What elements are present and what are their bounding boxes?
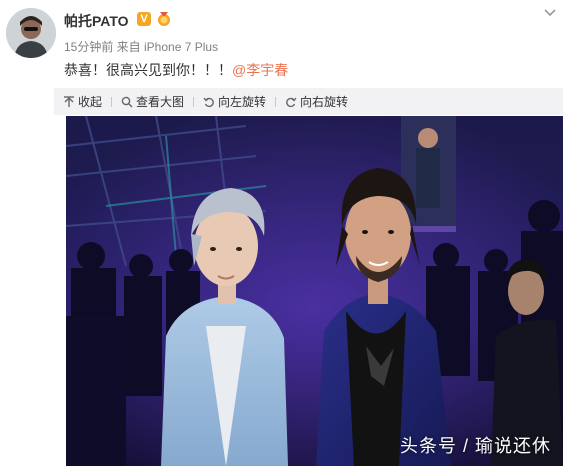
medal-icon bbox=[158, 12, 170, 26]
chevron-down-icon[interactable] bbox=[543, 6, 557, 20]
photo-watermark: 头条号 / 瑜说还休 bbox=[399, 436, 551, 456]
username[interactable]: 帕托PATO bbox=[64, 11, 129, 31]
post-text: 恭喜！很高兴见到你！！！@李宇春 bbox=[64, 60, 288, 80]
post-photo[interactable]: 头条号 / 瑜说还休 bbox=[66, 116, 563, 466]
rotate-left-button[interactable]: 向左旋转 bbox=[194, 88, 275, 115]
post-text-body: 恭喜！很高兴见到你！！！ bbox=[64, 62, 232, 78]
avatar[interactable] bbox=[6, 8, 56, 58]
rotate-left-label: 向左旋转 bbox=[218, 95, 267, 109]
verified-badge: V bbox=[137, 12, 151, 26]
collapse-button[interactable]: 收起 bbox=[54, 88, 111, 115]
image-toolbar: 收起 查看大图 向左旋转 向右旋转 bbox=[54, 88, 563, 115]
search-icon bbox=[121, 96, 133, 107]
photo-scene bbox=[66, 116, 563, 466]
mention-link[interactable]: @李宇春 bbox=[232, 62, 288, 78]
view-large-label: 查看大图 bbox=[136, 95, 185, 109]
view-large-button[interactable]: 查看大图 bbox=[112, 88, 193, 115]
collapse-label: 收起 bbox=[78, 95, 103, 109]
rotate-right-label: 向右旋转 bbox=[300, 95, 349, 109]
rotate-right-icon bbox=[286, 97, 297, 107]
collapse-icon bbox=[64, 95, 74, 107]
rotate-left-icon bbox=[203, 97, 214, 107]
post-meta: 15分钟前 来自 iPhone 7 Plus bbox=[64, 40, 219, 54]
rotate-right-button[interactable]: 向右旋转 bbox=[276, 88, 357, 115]
